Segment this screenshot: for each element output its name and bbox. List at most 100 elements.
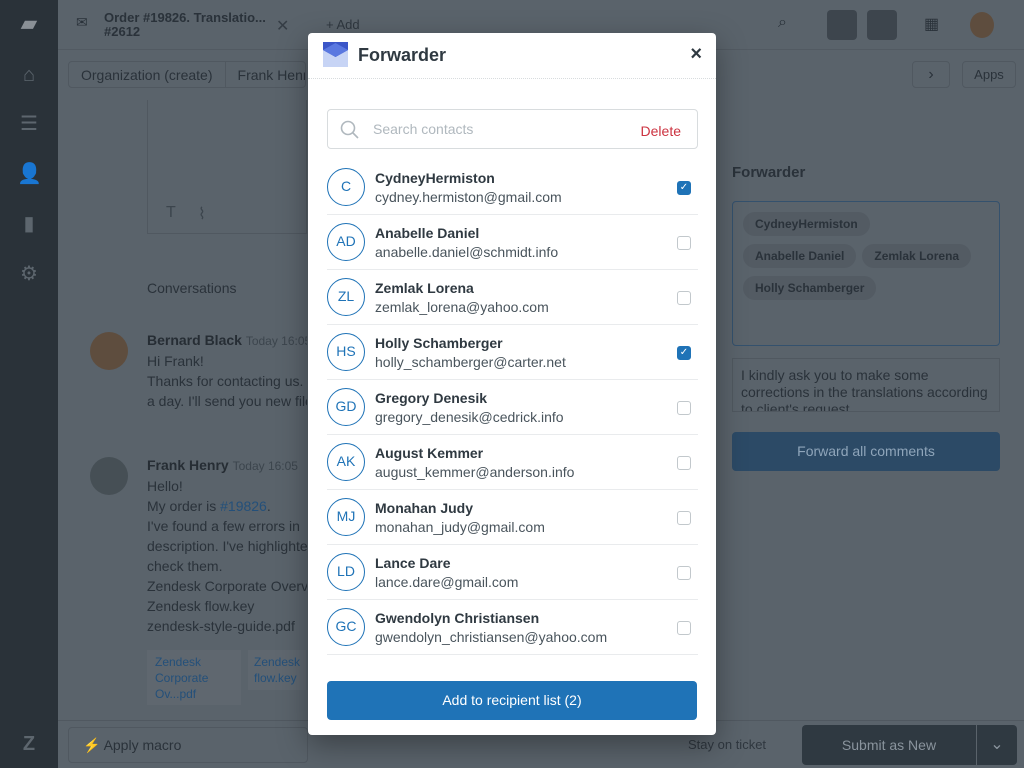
announcement-icon[interactable] (827, 10, 857, 40)
contact-checkbox[interactable] (677, 621, 691, 635)
views-icon[interactable]: ☰ (17, 112, 41, 136)
stay-on-ticket-dropdown[interactable]: Stay on ticket (688, 737, 766, 752)
mail-icon: ✉ (76, 14, 88, 30)
contact-row[interactable]: HS Holly Schamberger holly_schamberger@c… (327, 325, 698, 380)
contact-name: Anabelle Daniel (375, 225, 480, 241)
contact-email: holly_schamberger@carter.net (375, 354, 566, 370)
search-icon (340, 120, 359, 139)
customers-icon[interactable]: 👤 (17, 162, 42, 186)
forwarder-logo-icon (323, 42, 348, 67)
home-icon[interactable]: ⌂ (17, 63, 41, 87)
contact-checkbox[interactable] (677, 236, 691, 250)
forwarder-panel: Forwarder CydneyHermiston Anabelle Danie… (700, 150, 1000, 471)
contact-initials-avatar: AD (327, 223, 365, 261)
contact-name: Holly Schamberger (375, 335, 503, 351)
forward-all-button[interactable]: Forward all comments (732, 432, 1000, 471)
contact-row[interactable]: GD Gregory Denesik gregory_denesik@cedri… (327, 380, 698, 435)
contact-list: C CydneyHermiston cydney.hermiston@gmail… (327, 160, 698, 655)
ghost-icon[interactable] (867, 10, 897, 40)
chevron-right-icon[interactable]: › (912, 61, 950, 88)
contact-email: gwendolyn_christiansen@yahoo.com (375, 629, 608, 645)
contact-row[interactable]: GC Gwendolyn Christiansen gwendolyn_chri… (327, 600, 698, 655)
recipients-box[interactable]: CydneyHermiston Anabelle Daniel Zemlak Lo… (732, 201, 1000, 346)
contact-initials-avatar: C (327, 168, 365, 206)
apps-button[interactable]: Apps (962, 61, 1016, 88)
contact-row[interactable]: LD Lance Dare lance.dare@gmail.com (327, 545, 698, 600)
breadcrumb-user[interactable]: Frank Henry (226, 62, 305, 87)
reply-editor[interactable]: T ⌇ (147, 100, 307, 234)
contact-initials-avatar: GC (327, 608, 365, 646)
contact-initials-avatar: LD (327, 553, 365, 591)
contact-checkbox[interactable]: ✓ (677, 346, 691, 360)
user-avatar[interactable] (970, 12, 994, 38)
contact-initials-avatar: GD (327, 388, 365, 426)
contact-initials-avatar: MJ (327, 498, 365, 536)
contact-email: gregory_denesik@cedrick.info (375, 409, 564, 425)
contact-email: august_kemmer@anderson.info (375, 464, 575, 480)
contact-row[interactable]: MJ Monahan Judy monahan_judy@gmail.com (327, 490, 698, 545)
breadcrumb: Organization (create) Frank Henry (68, 61, 306, 88)
recipient-pill[interactable]: Zemlak Lorena (862, 244, 972, 268)
contact-checkbox[interactable] (677, 566, 691, 580)
customer-avatar (90, 457, 128, 495)
contact-row[interactable]: AK August Kemmer august_kemmer@anderson.… (327, 435, 698, 490)
search-placeholder: Search contacts (373, 121, 474, 137)
close-tab-icon[interactable]: ✕ (276, 16, 289, 36)
modal-header: Forwarder × (308, 33, 716, 79)
agent-avatar (90, 332, 128, 370)
contact-name: Zemlak Lorena (375, 280, 474, 296)
contact-name: Gregory Denesik (375, 390, 488, 406)
contact-email: monahan_judy@gmail.com (375, 519, 545, 535)
contact-email: lance.dare@gmail.com (375, 574, 519, 590)
contact-checkbox[interactable] (677, 291, 691, 305)
contact-name: Monahan Judy (375, 500, 474, 516)
contact-name: August Kemmer (375, 445, 484, 461)
contact-checkbox[interactable] (677, 511, 691, 525)
delete-button[interactable]: Delete (641, 123, 681, 139)
contact-row[interactable]: ZL Zemlak Lorena zemlak_lorena@yahoo.com (327, 270, 698, 325)
submit-button[interactable]: Submit as New (802, 725, 976, 765)
add-tab-button[interactable]: + Add (326, 17, 360, 32)
tab-title: Order #19826. Translatio... (104, 10, 266, 25)
contact-initials-avatar: AK (327, 443, 365, 481)
contact-name: Gwendolyn Christiansen (375, 610, 540, 626)
order-link[interactable]: #19826 (220, 498, 267, 514)
attachment-icon[interactable]: ⌇ (198, 204, 206, 224)
recipient-pill[interactable]: Holly Schamberger (743, 276, 877, 300)
contact-email: zemlak_lorena@yahoo.com (375, 299, 549, 315)
add-to-recipient-list-button[interactable]: Add to recipient list (2) (327, 681, 697, 720)
contact-checkbox[interactable] (677, 401, 691, 415)
settings-gear-icon[interactable]: ⚙ (17, 262, 41, 286)
zendesk-z-icon: Z (22, 733, 36, 755)
search-icon[interactable]: ⌕ (778, 14, 787, 32)
panel-title: Forwarder (732, 164, 806, 181)
conversations-filter[interactable]: Conversations (147, 280, 237, 296)
recipient-pill[interactable]: Anabelle Daniel (743, 244, 857, 268)
search-contacts-input[interactable]: Search contacts Delete (327, 109, 698, 149)
close-icon[interactable]: × (690, 43, 702, 66)
contact-email: anabelle.daniel@schmidt.info (375, 244, 559, 260)
contact-checkbox[interactable] (677, 456, 691, 470)
contact-checkbox[interactable]: ✓ (677, 181, 691, 195)
sidebar: ▰ ⌂ ☰ 👤 ▮ ⚙ Z (0, 0, 58, 768)
breadcrumb-organization[interactable]: Organization (create) (69, 62, 226, 87)
recipient-pill[interactable]: CydneyHermiston (743, 212, 870, 236)
reporting-icon[interactable]: ▮ (17, 212, 41, 236)
attachment-pdf[interactable]: Zendesk Corporate Ov...pdf (147, 650, 241, 705)
contact-name: CydneyHermiston (375, 170, 495, 186)
attachment-key[interactable]: Zendesk flow.key (248, 650, 306, 690)
apply-macro-button[interactable]: ⚡ Apply macro (68, 727, 308, 763)
comment-field[interactable]: I kindly ask you to make some correction… (732, 358, 1000, 412)
contact-row[interactable]: AD Anabelle Daniel anabelle.daniel@schmi… (327, 215, 698, 270)
contact-name: Lance Dare (375, 555, 451, 571)
contact-email: cydney.hermiston@gmail.com (375, 189, 562, 205)
modal-title: Forwarder (358, 45, 447, 65)
contact-initials-avatar: HS (327, 333, 365, 371)
contact-initials-avatar: ZL (327, 278, 365, 316)
contact-row[interactable]: C CydneyHermiston cydney.hermiston@gmail… (327, 160, 698, 215)
submit-options-chevron-icon[interactable]: ⌄ (977, 725, 1017, 765)
message-bernard: Bernard Black Today 16:05 Hi Frank! Thank… (147, 332, 307, 409)
apps-grid-icon[interactable]: ▦ (924, 14, 939, 34)
text-format-icon[interactable]: T (166, 204, 176, 222)
tab-id: #2612 (104, 24, 141, 39)
